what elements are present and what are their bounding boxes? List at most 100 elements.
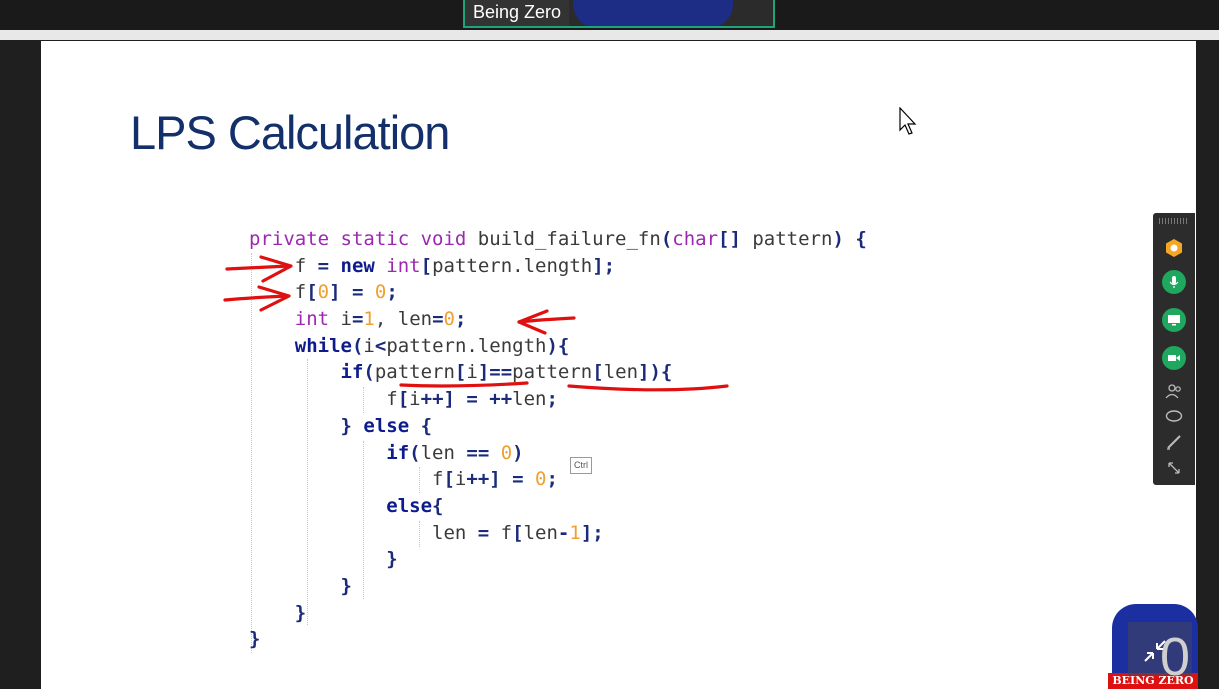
code-block: private static void build_failure_fn(cha…: [249, 226, 867, 653]
code-token: f: [489, 521, 513, 544]
minimize-overlay[interactable]: 0: [1128, 622, 1192, 687]
code-token: if: [249, 441, 410, 464]
code-token: int: [386, 254, 421, 277]
code-token: []: [718, 228, 741, 250]
code-line: } else {: [249, 413, 867, 440]
code-token: new: [329, 254, 387, 277]
chat-icon[interactable]: [1161, 403, 1187, 429]
code-token: [: [592, 361, 604, 384]
code-token: (: [409, 441, 421, 464]
code-token: 0: [535, 468, 547, 491]
code-token: [: [512, 521, 524, 544]
code-line: }: [249, 573, 867, 600]
code-line: }: [249, 546, 867, 573]
code-token: =: [317, 254, 330, 277]
code-line: f = new int[pattern.length];: [249, 253, 867, 280]
annotation-toolbar: [1153, 213, 1195, 485]
code-token: {: [409, 414, 433, 437]
code-token: =: [340, 281, 375, 304]
apps-icon[interactable]: [1161, 235, 1187, 261]
code-token: 0: [374, 281, 387, 304]
shared-slide: LPS Calculation private static void buil…: [41, 41, 1196, 689]
self-view-video[interactable]: BEING ZERO 0: [1108, 600, 1198, 689]
expand-icon[interactable]: [1161, 455, 1187, 481]
toolbar-grip-icon[interactable]: [1159, 218, 1189, 224]
code-token: =: [454, 388, 490, 411]
code-token: [: [306, 281, 318, 304]
code-token: ++: [489, 388, 513, 411]
participant-video: [573, 0, 733, 26]
code-token: (: [363, 361, 375, 384]
code-token: pattern.length: [432, 254, 593, 277]
camera-button[interactable]: [1161, 345, 1187, 371]
code-line: f[0] = 0;: [249, 279, 867, 306]
code-token: , len: [374, 308, 433, 331]
code-token: len: [420, 441, 467, 464]
code-token: len: [523, 521, 558, 544]
code-token: {: [843, 228, 867, 250]
code-line: if(len == 0): [249, 440, 867, 467]
code-line: }: [249, 626, 867, 653]
code-token: len: [512, 388, 547, 411]
pen-icon[interactable]: [1161, 429, 1187, 455]
code-token: pattern: [374, 361, 455, 384]
code-token: ]==: [477, 361, 513, 384]
code-token: char: [672, 228, 719, 250]
microphone-icon: [1162, 270, 1186, 294]
code-token: ;: [386, 281, 398, 304]
code-token: if: [249, 361, 364, 384]
code-token: pattern.length: [386, 334, 547, 357]
code-token: ){: [546, 334, 570, 357]
code-token: =: [477, 521, 490, 544]
code-token: 1: [569, 521, 581, 544]
code-token: 0: [443, 308, 455, 331]
code-line: if(pattern[i]==pattern[len]){: [249, 359, 867, 386]
share-screen-button[interactable]: [1161, 307, 1187, 333]
code-token: (: [351, 334, 364, 357]
code-token: }: [249, 628, 261, 651]
code-token: (: [660, 228, 673, 250]
code-token: }: [249, 574, 352, 597]
code-line: private static void build_failure_fn(cha…: [249, 226, 867, 253]
code-token: ;: [546, 468, 558, 491]
participant-video-tile[interactable]: Being Zero: [463, 0, 775, 28]
code-line: f[i++] = 0;: [249, 466, 867, 493]
collapse-icon[interactable]: [1142, 638, 1168, 664]
code-token: ): [512, 441, 524, 464]
code-token: <: [374, 334, 387, 357]
code-token: ): [832, 228, 844, 250]
code-token: f: [249, 254, 318, 277]
code-token: }: [249, 414, 352, 437]
code-token: 0: [500, 441, 513, 464]
code-token: [: [397, 388, 410, 411]
mouse-cursor-icon: [899, 107, 917, 135]
microphone-button[interactable]: [1161, 269, 1187, 295]
code-token: ];: [580, 521, 604, 544]
code-token: private static void: [249, 228, 467, 250]
code-line: else{: [249, 493, 867, 520]
code-token: =: [500, 468, 536, 491]
code-token: i: [466, 361, 478, 384]
code-token: ++]: [420, 388, 455, 411]
split-divider[interactable]: [0, 30, 1219, 68]
code-token: i: [454, 468, 467, 491]
code-line: while(i<pattern.length){: [249, 333, 867, 360]
slide-title: LPS Calculation: [130, 106, 450, 159]
code-line: int i=1, len=0;: [249, 306, 867, 333]
code-token: 1: [363, 308, 375, 331]
video-strip: Being Zero: [0, 0, 1219, 30]
code-line: len = f[len-1];: [249, 520, 867, 547]
code-token: =: [351, 308, 364, 331]
ctrl-key-tooltip: Ctrl: [570, 457, 592, 474]
share-screen-icon: [1162, 308, 1186, 332]
code-token: i: [329, 308, 352, 331]
code-line: f[i++] = ++len;: [249, 386, 867, 413]
code-token: f: [249, 388, 398, 411]
code-token: pattern: [740, 228, 833, 250]
code-token: }: [249, 601, 307, 624]
code-token: [: [420, 254, 433, 277]
code-token: ;: [454, 308, 467, 331]
participants-icon[interactable]: [1161, 378, 1187, 404]
camera-icon: [1162, 346, 1186, 370]
code-token: pattern: [512, 361, 593, 384]
